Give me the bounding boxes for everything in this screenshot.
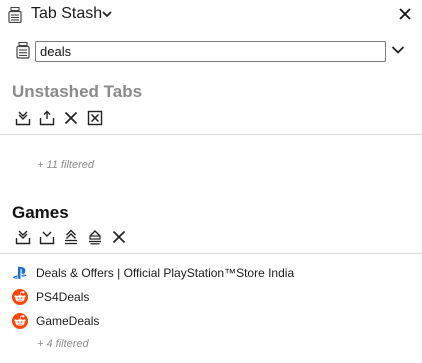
tab-stash-panel: Tab Stash Unstashed Tabs	[0, 0, 422, 363]
stash-all-icon[interactable]	[15, 110, 31, 126]
stash-selected-icon[interactable]	[39, 110, 55, 126]
close-window-icon[interactable]	[87, 110, 103, 126]
list-item[interactable]: Deals & Offers | Official PlayStation™St…	[12, 262, 412, 284]
reddit-favicon-icon	[12, 313, 28, 329]
header: Tab Stash	[0, 0, 422, 30]
divider	[0, 134, 422, 135]
chevron-down-icon[interactable]	[391, 45, 405, 55]
tab-title: Deals & Offers | Official PlayStation™St…	[36, 266, 295, 280]
list-item[interactable]: GameDeals	[12, 310, 412, 332]
tab-title: GameDeals	[36, 314, 100, 328]
filtered-count[interactable]: + 4 filtered	[37, 338, 89, 350]
list-item[interactable]: PS4Deals	[12, 286, 412, 308]
close-icon[interactable]	[397, 6, 413, 22]
divider	[0, 253, 422, 254]
reddit-favicon-icon	[12, 289, 28, 305]
stash-here-icon[interactable]	[15, 229, 31, 245]
playstation-favicon-icon	[12, 266, 27, 280]
restore-all-remove-icon[interactable]	[87, 229, 103, 245]
app-title[interactable]: Tab Stash	[31, 5, 102, 23]
stash-icon	[8, 7, 22, 23]
stash-icon	[16, 42, 30, 59]
filtered-count[interactable]: + 11 filtered	[37, 159, 94, 171]
section-title-unstashed: Unstashed Tabs	[12, 82, 143, 101]
section-title-games[interactable]: Games	[12, 203, 69, 223]
tab-title: PS4Deals	[36, 290, 90, 304]
search-input[interactable]	[35, 41, 386, 62]
restore-all-icon[interactable]	[63, 229, 79, 245]
delete-icon[interactable]	[111, 229, 127, 245]
close-icon[interactable]	[63, 110, 79, 126]
chevron-down-icon[interactable]	[102, 10, 112, 18]
stash-selected-here-icon[interactable]	[39, 229, 55, 245]
